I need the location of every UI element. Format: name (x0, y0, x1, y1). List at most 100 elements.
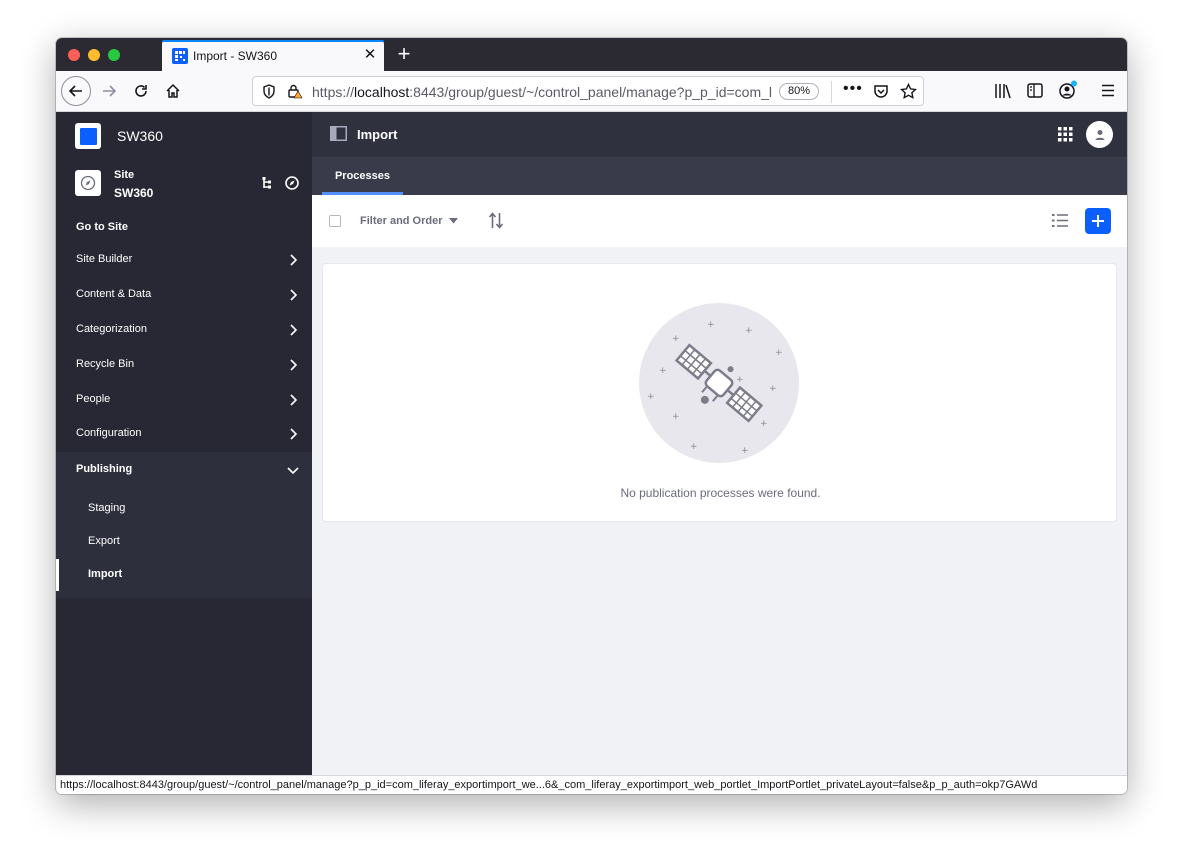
url-scheme: https:// (312, 84, 355, 100)
user-avatar[interactable] (1086, 121, 1113, 148)
shield-icon[interactable] (262, 84, 276, 99)
tab-label: Processes (334, 170, 391, 182)
filter-and-order-label: Filter and Order (360, 215, 443, 227)
page-tree-icon[interactable] (259, 175, 275, 191)
bookmark-star-icon[interactable] (900, 83, 917, 100)
browser-status-bar: https://localhost:8443/group/guest/~/con… (56, 775, 1127, 794)
product-menu-toggle-icon[interactable] (330, 126, 347, 141)
sidebar-item-people[interactable]: People (56, 383, 312, 417)
sidebar-item-label: Site Builder (76, 253, 133, 265)
sort-order-icon[interactable] (488, 212, 504, 229)
sidebar-item-content-data[interactable]: Content & Data (56, 278, 312, 312)
filter-and-order-dropdown[interactable]: Filter and Order (360, 212, 458, 230)
chevron-right-icon (290, 324, 298, 336)
home-button[interactable] (158, 76, 188, 106)
caret-down-icon (448, 218, 458, 224)
site-name: SW360 (114, 186, 154, 200)
reload-icon (135, 85, 147, 97)
navigation-bar: Processes (312, 157, 1127, 195)
page-actions-icon[interactable]: ••• (843, 80, 863, 98)
page-title: Import (357, 127, 398, 142)
site-selector-compass-icon[interactable] (284, 175, 300, 191)
app-name[interactable]: SW360 (117, 128, 163, 144)
insecure-lock-icon[interactable] (287, 83, 303, 99)
svg-text:+: + (659, 366, 667, 376)
address-bar[interactable]: https://localhost:8443/group/guest/~/con… (252, 76, 924, 106)
browser-tab-bar: Import - SW360 ✕ + (56, 38, 1127, 71)
site-label: Site (114, 169, 135, 181)
reload-button[interactable] (126, 76, 156, 106)
sidebar-item-label: Configuration (76, 427, 142, 439)
svg-text:+: + (690, 442, 698, 452)
svg-text:+: + (745, 326, 753, 336)
url-host: localhost (354, 84, 410, 100)
browser-tab-active[interactable]: Import - SW360 ✕ (162, 40, 384, 71)
svg-text:+: + (672, 412, 680, 422)
sidebar-item-site-builder[interactable]: Site Builder (56, 243, 312, 277)
sidebar-subitem-export[interactable]: Export (56, 526, 312, 558)
sidebar-subitem-staging[interactable]: Staging (56, 493, 312, 525)
control-menu: Import (312, 112, 1127, 157)
svg-text:+: + (707, 320, 715, 330)
active-indicator (56, 559, 59, 591)
sidebar-item-label: Publishing (76, 463, 133, 475)
forward-button[interactable] (94, 76, 124, 106)
app-logo-icon[interactable] (75, 123, 101, 149)
sidebar-item-publishing[interactable]: Publishing (56, 452, 312, 488)
tab-processes[interactable]: Processes (322, 157, 403, 195)
browser-navigation-bar: https://localhost:8443/group/guest/~/con… (56, 71, 1127, 112)
hamburger-menu-icon[interactable] (1101, 84, 1115, 97)
sidebar-item-label: Categorization (76, 323, 147, 335)
sidebar-subitem-label: Staging (88, 502, 126, 514)
sidebar-item-label: Content & Data (76, 288, 152, 300)
sidebar-subitem-label: Export (88, 535, 120, 547)
svg-text:+: + (736, 375, 744, 385)
browser-window: Import - SW360 ✕ + https://localhost:844… (56, 38, 1127, 794)
sidebar-item-categorization[interactable]: Categorization (56, 313, 312, 347)
go-to-site-link[interactable]: Go to Site (76, 221, 128, 233)
sidebar-item-label: Recycle Bin (76, 358, 135, 370)
svg-text:+: + (769, 384, 777, 394)
new-tab-icon[interactable]: + (393, 43, 415, 65)
product-menu-sidebar: SW360 Site SW360 Go to Site Site Builder… (56, 112, 312, 775)
satellite-illustration-icon: +++ +++ +++ +++ + (639, 303, 799, 463)
site-compass-icon (75, 170, 101, 196)
management-toolbar: Filter and Order (312, 195, 1127, 247)
url-path: :8443/group/guest/~/control_panel/manage… (409, 84, 772, 100)
applications-grid-icon[interactable] (1058, 127, 1073, 142)
close-window-button[interactable] (68, 49, 80, 61)
sidebar-item-recycle-bin[interactable]: Recycle Bin (56, 348, 312, 382)
sidebar-subitem-label: Import (88, 568, 123, 580)
empty-state-message: No publication processes were found. (620, 486, 821, 500)
library-icon[interactable] (994, 83, 1012, 99)
chevron-right-icon (290, 289, 298, 301)
svg-text:+: + (647, 392, 655, 402)
chevron-down-icon (287, 467, 299, 475)
back-button[interactable] (61, 76, 91, 106)
display-style-list-icon[interactable] (1052, 213, 1068, 228)
account-icon[interactable] (1058, 80, 1078, 100)
publishing-submenu: Staging Export Import (56, 488, 312, 598)
sidebar-subitem-import[interactable]: Import (56, 559, 312, 591)
plus-icon (1092, 215, 1104, 227)
add-button[interactable] (1085, 208, 1111, 234)
pocket-icon[interactable] (873, 84, 889, 99)
status-url: https://localhost:8443/group/guest/~/con… (60, 779, 1038, 791)
minimize-window-button[interactable] (88, 49, 100, 61)
forward-arrow-icon (103, 85, 117, 97)
sidebar-item-label: People (76, 393, 111, 405)
url-text[interactable]: https://localhost:8443/group/guest/~/con… (312, 84, 772, 100)
sidebar-toggle-icon[interactable] (1027, 83, 1043, 98)
zoom-level-badge[interactable]: 80% (779, 83, 820, 100)
svg-text:+: + (760, 419, 768, 429)
svg-text:+: + (672, 334, 680, 344)
sidebar-item-configuration[interactable]: Configuration (56, 417, 312, 451)
home-icon (166, 83, 180, 98)
chevron-right-icon (290, 394, 298, 406)
close-tab-icon[interactable]: ✕ (361, 46, 379, 64)
maximize-window-button[interactable] (108, 49, 120, 61)
main-content: +++ +++ +++ +++ + No (312, 247, 1127, 775)
chevron-right-icon (290, 428, 298, 440)
back-arrow-icon (68, 85, 82, 97)
select-all-checkbox[interactable] (329, 215, 341, 227)
